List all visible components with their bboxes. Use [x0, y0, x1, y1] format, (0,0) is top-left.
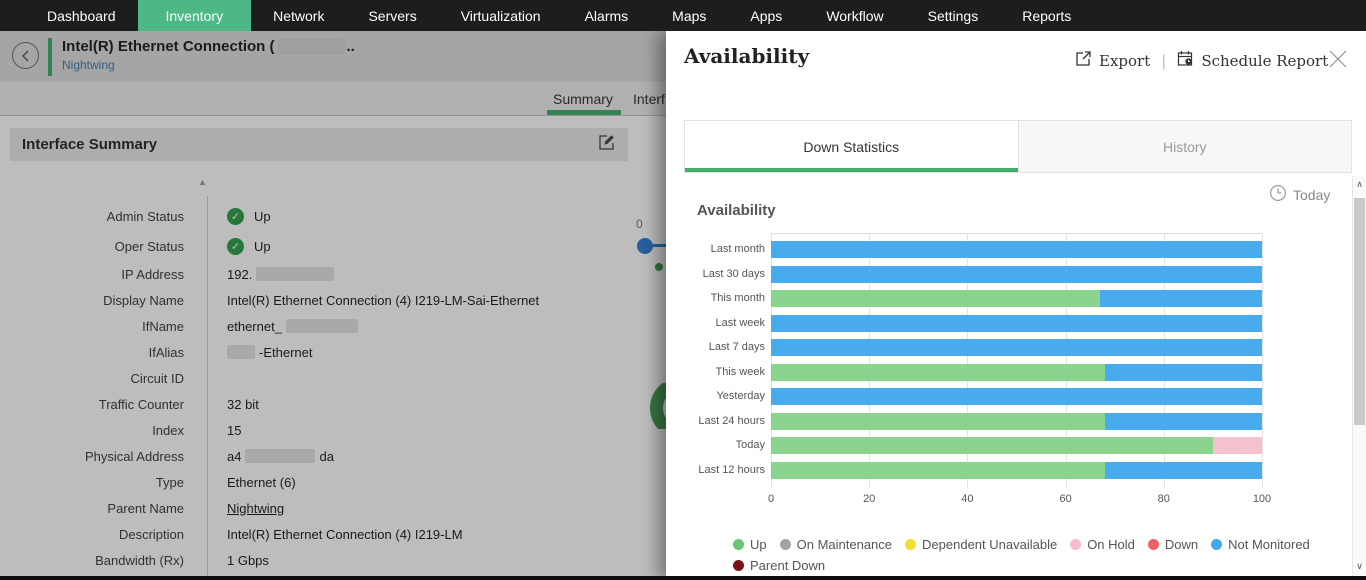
legend-dot — [1211, 539, 1222, 550]
legend-item-on-maintenance[interactable]: On Maintenance — [780, 537, 892, 552]
category-label-today: Today — [687, 437, 765, 454]
bar-segment-not-monitored[interactable] — [1100, 290, 1262, 307]
legend-label: Up — [750, 537, 767, 552]
legend-item-dependent-unavailable[interactable]: Dependent Unavailable — [905, 537, 1057, 552]
tab-history-label: History — [1163, 139, 1207, 155]
category-label-last-30-days: Last 30 days — [687, 266, 765, 283]
nav-item-dashboard[interactable]: Dashboard — [25, 0, 138, 31]
schedule-report-button[interactable]: Schedule Report — [1177, 50, 1328, 71]
bar-segment-not-monitored[interactable] — [771, 315, 1262, 332]
nav-item-servers[interactable]: Servers — [346, 0, 438, 31]
x-tick-label: 0 — [751, 493, 791, 505]
nav-item-network[interactable]: Network — [251, 0, 346, 31]
x-tick-label: 80 — [1144, 493, 1184, 505]
bar-segment-not-monitored[interactable] — [1105, 462, 1262, 479]
x-tick-label: 60 — [1046, 493, 1086, 505]
nav-item-workflow[interactable]: Workflow — [804, 0, 905, 31]
legend-label: On Hold — [1087, 537, 1135, 552]
x-tick-label: 100 — [1242, 493, 1282, 505]
bar-segment-not-monitored[interactable] — [771, 241, 1262, 258]
category-label-last-12-hours: Last 12 hours — [687, 462, 765, 479]
category-label-last-24-hours: Last 24 hours — [687, 413, 765, 430]
availability-panel: Availability Export | Schedule Report Do… — [666, 31, 1366, 580]
legend-row: Parent Down — [733, 558, 1310, 573]
nav-item-settings[interactable]: Settings — [906, 0, 1001, 31]
legend-item-parent-down[interactable]: Parent Down — [733, 558, 825, 573]
period-selector[interactable]: Today — [1269, 184, 1330, 205]
nav-item-apps[interactable]: Apps — [728, 0, 804, 31]
period-label: Today — [1293, 187, 1330, 203]
scroll-down-arrow[interactable]: ∨ — [1353, 561, 1366, 572]
category-label-last-7-days: Last 7 days — [687, 339, 765, 356]
chart-legend: Up On Maintenance Dependent Unavailable On … — [733, 537, 1310, 579]
panel-tab-underline — [685, 168, 1018, 172]
legend-label: On Maintenance — [797, 537, 892, 552]
nav-item-virtualization[interactable]: Virtualization — [439, 0, 563, 31]
legend-dot — [733, 560, 744, 571]
x-tick-label: 40 — [947, 493, 987, 505]
nav-item-maps[interactable]: Maps — [650, 0, 728, 31]
legend-item-not-monitored[interactable]: Not Monitored — [1211, 537, 1310, 552]
bar-segment-on-hold[interactable] — [1213, 437, 1262, 454]
category-label-last-month: Last month — [687, 241, 765, 258]
availability-plot: 020406080100Last monthLast 30 daysThis m… — [771, 233, 1262, 487]
legend-dot — [1148, 539, 1159, 550]
legend-dot — [733, 539, 744, 550]
main-nav: DashboardInventoryNetworkServersVirtuali… — [0, 0, 1366, 31]
legend-dot — [780, 539, 791, 550]
bar-segment-up[interactable] — [771, 364, 1105, 381]
legend-row: Up On Maintenance Dependent Unavailable On … — [733, 537, 1310, 552]
panel-tabbar: Down Statistics History — [684, 120, 1352, 173]
schedule-report-icon — [1177, 50, 1194, 71]
legend-item-up[interactable]: Up — [733, 537, 767, 552]
modal-dim-overlay — [0, 31, 666, 580]
bar-segment-up[interactable] — [771, 290, 1100, 307]
export-icon — [1075, 50, 1092, 71]
panel-actions: Export | Schedule Report — [1075, 50, 1328, 71]
panel-title: Availability — [684, 44, 809, 68]
bar-segment-not-monitored[interactable] — [1105, 364, 1262, 381]
export-button[interactable]: Export — [1075, 50, 1150, 71]
export-label: Export — [1099, 52, 1150, 70]
chart-title: Availability — [697, 202, 776, 219]
nav-item-alarms[interactable]: Alarms — [563, 0, 651, 31]
action-separator: | — [1161, 52, 1166, 70]
x-tick-label: 20 — [849, 493, 889, 505]
category-label-last-week: Last week — [687, 315, 765, 332]
legend-label: Dependent Unavailable — [922, 537, 1057, 552]
legend-dot — [1070, 539, 1081, 550]
close-icon[interactable] — [1327, 48, 1349, 70]
nav-item-reports[interactable]: Reports — [1000, 0, 1093, 31]
bar-segment-not-monitored[interactable] — [771, 388, 1262, 405]
schedule-report-label: Schedule Report — [1201, 52, 1328, 70]
legend-label: Down — [1165, 537, 1198, 552]
tab-down-statistics[interactable]: Down Statistics — [685, 121, 1019, 172]
bar-segment-not-monitored[interactable] — [771, 339, 1262, 356]
bar-segment-up[interactable] — [771, 437, 1213, 454]
legend-item-down[interactable]: Down — [1148, 537, 1198, 552]
tab-down-statistics-label: Down Statistics — [803, 139, 899, 155]
legend-item-on-hold[interactable]: On Hold — [1070, 537, 1135, 552]
bar-segment-up[interactable] — [771, 462, 1105, 479]
bar-segment-not-monitored[interactable] — [771, 266, 1262, 283]
legend-dot — [905, 539, 916, 550]
gridline — [1262, 234, 1263, 488]
scroll-up-arrow[interactable]: ∧ — [1353, 179, 1366, 190]
bar-segment-up[interactable] — [771, 413, 1105, 430]
bar-segment-not-monitored[interactable] — [1105, 413, 1262, 430]
category-label-this-week: This week — [687, 364, 765, 381]
category-label-this-month: This month — [687, 290, 765, 307]
panel-scrollbar: ∧ ∨ — [1352, 176, 1366, 580]
tab-history[interactable]: History — [1019, 121, 1352, 172]
legend-label: Parent Down — [750, 558, 825, 573]
bottom-edge — [0, 576, 1366, 580]
nav-item-inventory[interactable]: Inventory — [138, 0, 252, 31]
scrollbar-thumb[interactable] — [1354, 198, 1365, 425]
clock-icon — [1269, 184, 1287, 205]
category-label-yesterday: Yesterday — [687, 388, 765, 405]
legend-label: Not Monitored — [1228, 537, 1310, 552]
